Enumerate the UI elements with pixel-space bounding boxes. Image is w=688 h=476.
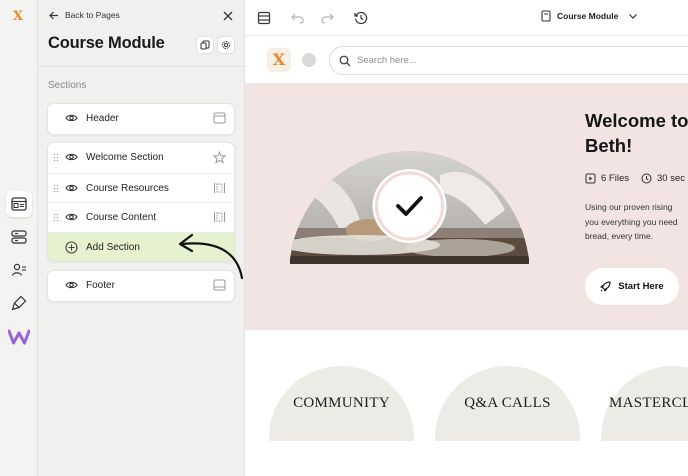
duration-stat: 30 sec: [641, 173, 685, 184]
eye-icon[interactable]: [65, 183, 78, 193]
tile-qa-calls[interactable]: Q&A CALLS: [435, 366, 580, 441]
close-icon[interactable]: [222, 10, 234, 22]
section-label: Course Content: [86, 212, 157, 223]
users-icon: [11, 263, 26, 276]
editor-toolbar: Course Module: [245, 0, 688, 36]
video-file-icon: [585, 173, 596, 184]
brand-logo: X: [12, 9, 24, 24]
section-row-course-resources[interactable]: Course Resources: [48, 172, 234, 203]
eye-icon[interactable]: [65, 212, 78, 222]
eye-icon[interactable]: [65, 113, 78, 123]
avatar[interactable]: [302, 53, 316, 67]
search-bar[interactable]: Search here...: [329, 46, 688, 75]
drag-handle-icon[interactable]: [53, 184, 59, 193]
star-icon: [213, 151, 226, 164]
undo-button[interactable]: [288, 9, 306, 27]
site-header: X Search here...: [245, 36, 688, 84]
layers-button[interactable]: [255, 9, 273, 27]
welcome-heading: Welcome to Beth!: [585, 108, 688, 158]
redo-button[interactable]: [318, 9, 336, 27]
layout-icon: [11, 197, 27, 211]
page-selector[interactable]: Course Module: [541, 10, 638, 22]
gear-icon: [222, 41, 230, 49]
course-tiles: COMMUNITY Q&A CALLS MASTERCL: [245, 330, 688, 476]
plus-circle-icon: [65, 240, 78, 254]
files-stat: 6 Files: [585, 173, 629, 184]
w-logo-icon[interactable]: [8, 328, 30, 346]
clock-icon: [641, 173, 652, 184]
header-section-card[interactable]: Header: [47, 103, 235, 135]
settings-button[interactable]: [217, 36, 235, 54]
app-window: X Back to Pages Course Module Sections H…: [0, 0, 688, 476]
add-section-label: Add Section: [86, 241, 140, 253]
header-section-label: Header: [86, 113, 119, 124]
list-rail-button[interactable]: [6, 224, 32, 250]
tile-community[interactable]: COMMUNITY: [269, 366, 414, 441]
header-layout-icon: [213, 112, 226, 124]
desc-line-3: bread, every time.: [585, 231, 654, 241]
members-rail-button[interactable]: [6, 257, 32, 283]
server-list-icon: [11, 230, 27, 244]
panel-title: Course Module: [48, 34, 165, 52]
icon-rail: X: [0, 0, 38, 476]
hero-bread-image: [290, 151, 529, 264]
pages-rail-button[interactable]: [6, 191, 32, 217]
drag-handle-icon[interactable]: [53, 153, 59, 162]
back-to-pages-link[interactable]: Back to Pages: [49, 10, 120, 20]
tile-label: Q&A CALLS: [464, 395, 551, 411]
history-icon: [354, 11, 368, 25]
chevron-down-icon: [629, 13, 638, 19]
page-preview: X Search here... Welcome to Beth! 6 File…: [245, 36, 688, 476]
undo-icon: [290, 13, 304, 24]
back-to-pages-label: Back to Pages: [65, 10, 120, 20]
duration-value: 30 sec: [656, 173, 685, 184]
copy-icon: [200, 40, 210, 50]
course-description: Using our proven rising you everything y…: [585, 200, 688, 244]
start-here-button[interactable]: Start Here: [585, 268, 679, 305]
resize-horizontal-icon: [214, 182, 225, 193]
arrow-left-icon: [49, 11, 58, 19]
redo-icon: [320, 13, 334, 24]
start-here-label: Start Here: [618, 281, 664, 292]
rocket-icon: [600, 281, 611, 292]
eye-icon[interactable]: [65, 152, 78, 162]
page-icon: [541, 10, 551, 22]
tile-label: COMMUNITY: [293, 395, 390, 411]
search-input[interactable]: Search here...: [357, 55, 417, 66]
panel-divider: [38, 66, 245, 67]
welcome-line-1: Welcome to: [585, 110, 688, 131]
eye-icon[interactable]: [65, 280, 78, 290]
footer-section-label: Footer: [86, 280, 115, 291]
section-label: Welcome Section: [86, 152, 164, 163]
site-logo[interactable]: X: [267, 48, 291, 72]
desc-line-2: you everything you need: [585, 216, 678, 227]
header-section-row[interactable]: Header: [48, 104, 234, 134]
section-label: Course Resources: [86, 182, 169, 194]
tile-masterclass[interactable]: MASTERCL: [601, 366, 688, 441]
welcome-hero: Welcome to Beth! 6 Files 30 sec Using ou…: [245, 84, 688, 330]
search-icon: [339, 55, 351, 67]
desc-line-1: Using our proven rising: [585, 202, 673, 212]
brush-icon: [11, 295, 27, 311]
course-stats: 6 Files 30 sec: [585, 173, 688, 184]
page-selector-label: Course Module: [557, 11, 619, 21]
drag-handle-icon[interactable]: [53, 213, 59, 222]
section-row-welcome[interactable]: Welcome Section: [48, 143, 234, 173]
annotation-arrow: [178, 233, 244, 280]
files-count: 6 Files: [601, 173, 629, 184]
welcome-line-2: Beth!: [585, 135, 633, 156]
layers-icon: [257, 11, 271, 25]
sections-label: Sections: [48, 80, 87, 91]
duplicate-button[interactable]: [196, 36, 214, 54]
history-button[interactable]: [352, 9, 370, 27]
tile-label: MASTERCL: [609, 395, 688, 411]
resize-horizontal-icon: [214, 212, 225, 222]
design-rail-button[interactable]: [6, 290, 32, 316]
